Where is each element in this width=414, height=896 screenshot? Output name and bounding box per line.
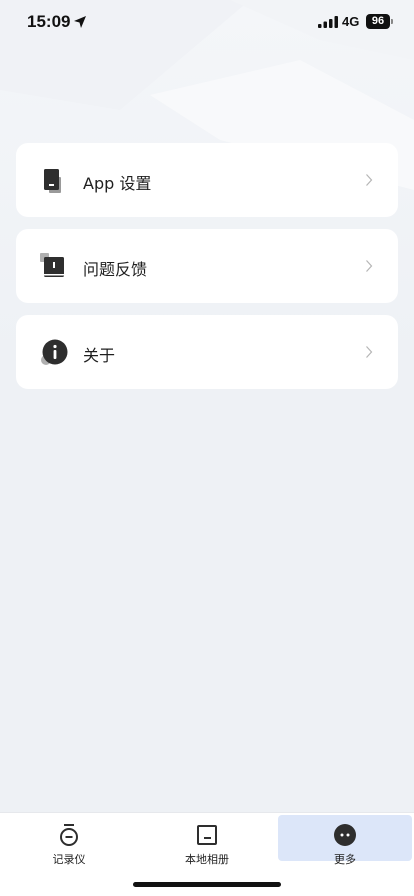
more-icon (334, 824, 356, 846)
tab-label: 本地相册 (185, 853, 229, 866)
network-type: 4G (342, 14, 360, 29)
tab-local-album[interactable]: 本地相册 (140, 815, 274, 866)
battery-icon: 96 (366, 14, 390, 29)
album-icon (197, 825, 217, 845)
status-bar: 15:09 4G 96 (0, 0, 414, 46)
menu-item-app-settings[interactable]: App 设置 (16, 143, 398, 217)
status-time: 15:09 (27, 12, 71, 31)
chevron-right-icon (366, 346, 373, 358)
menu-item-label: App 设置 (83, 174, 152, 193)
menu-item-label: 关于 (83, 346, 116, 365)
cellular-signal-icon (318, 16, 338, 28)
recorder-icon (60, 824, 78, 846)
home-indicator[interactable] (133, 882, 281, 887)
info-icon (41, 339, 68, 365)
chevron-right-icon (366, 174, 373, 186)
menu-item-feedback[interactable]: 问题反馈 (16, 229, 398, 303)
battery-level: 96 (371, 15, 385, 27)
tab-recorder[interactable]: 记录仪 (2, 815, 136, 866)
feedback-book-icon (40, 253, 64, 277)
chevron-right-icon (366, 260, 373, 272)
battery-tip (391, 19, 393, 24)
menu-item-label: 问题反馈 (83, 260, 148, 279)
tab-label: 更多 (334, 853, 356, 866)
location-arrow-icon (74, 16, 86, 28)
tab-label: 记录仪 (52, 853, 86, 866)
device-icon (44, 169, 61, 193)
menu-item-about[interactable]: 关于 (16, 315, 398, 389)
tab-more[interactable]: 更多 (278, 815, 412, 866)
